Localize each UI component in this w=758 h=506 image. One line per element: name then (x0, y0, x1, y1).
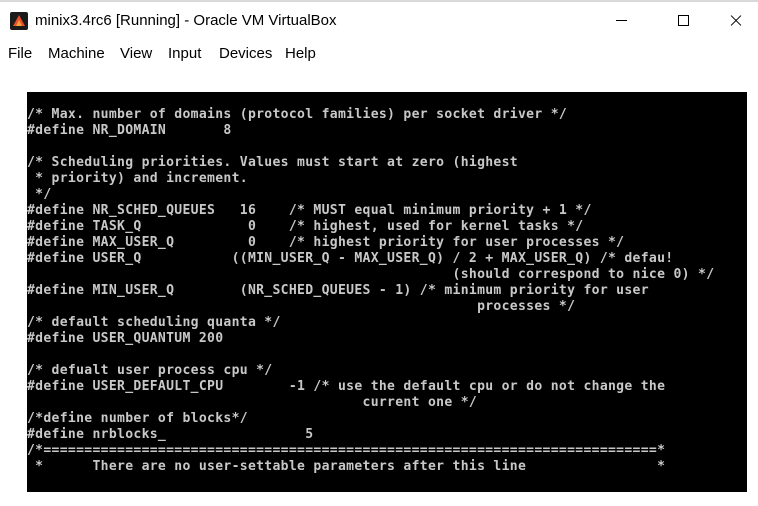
menu-input[interactable]: Input (168, 45, 201, 62)
console-line: #define MIN_USER_Q (NR_SCHED_QUEUES - 1)… (27, 283, 649, 298)
window-title: minix3.4rc6 [Running] - Oracle VM Virtua… (35, 12, 337, 29)
title-bar[interactable]: minix3.4rc6 [Running] - Oracle VM Virtua… (0, 2, 758, 39)
console-line: #define TASK_Q 0 /* highest, used for ke… (27, 219, 584, 234)
menu-file[interactable]: File (8, 45, 32, 62)
console-line: */ (27, 187, 52, 202)
console-line: #define USER_QUANTUM 200 (27, 331, 224, 346)
console-line: #define NR_DOMAIN 8 (27, 123, 232, 138)
console-line: * priority) and increment. (27, 171, 248, 186)
close-icon[interactable] (712, 2, 758, 39)
console-line: #define USER_DEFAULT_CPU -1 /* use the d… (27, 379, 666, 394)
maximize-icon[interactable] (659, 2, 705, 39)
console-line: /* Max. number of domains (protocol fami… (27, 107, 568, 122)
minimize-icon[interactable] (598, 2, 644, 39)
virtualbox-icon (10, 12, 28, 30)
console-line: current one */ (27, 395, 478, 410)
console-line: * There are no user-settable parameters … (27, 459, 666, 474)
console-line: #define MAX_USER_Q 0 /* highest priority… (27, 235, 625, 250)
console-line: /* default scheduling quanta */ (27, 315, 281, 330)
vm-console-screen[interactable]: /* Max. number of domains (protocol fami… (27, 92, 747, 492)
console-line: /* Scheduling priorities. Values must st… (27, 155, 518, 170)
console-line: (should correspond to nice 0) */ (27, 267, 715, 282)
console-line: processes */ (27, 299, 576, 314)
console-line: /*======================================… (27, 443, 666, 458)
menu-machine[interactable]: Machine (48, 45, 105, 62)
console-line: #define USER_Q ((MIN_USER_Q - MAX_USER_Q… (27, 251, 674, 266)
console-text: /* Max. number of domains (protocol fami… (27, 107, 714, 475)
menu-devices[interactable]: Devices (219, 45, 272, 62)
console-line: #define NR_SCHED_QUEUES 16 /* MUST equal… (27, 203, 592, 218)
menu-help[interactable]: Help (285, 45, 316, 62)
console-line: #define nrblocks_ 5 (27, 427, 314, 442)
menu-view[interactable]: View (120, 45, 152, 62)
console-line: /* defualt user process cpu */ (27, 363, 273, 378)
menu-bar: File Machine View Input Devices Help (0, 39, 758, 67)
console-line: /*define number of blocks*/ (27, 411, 248, 426)
